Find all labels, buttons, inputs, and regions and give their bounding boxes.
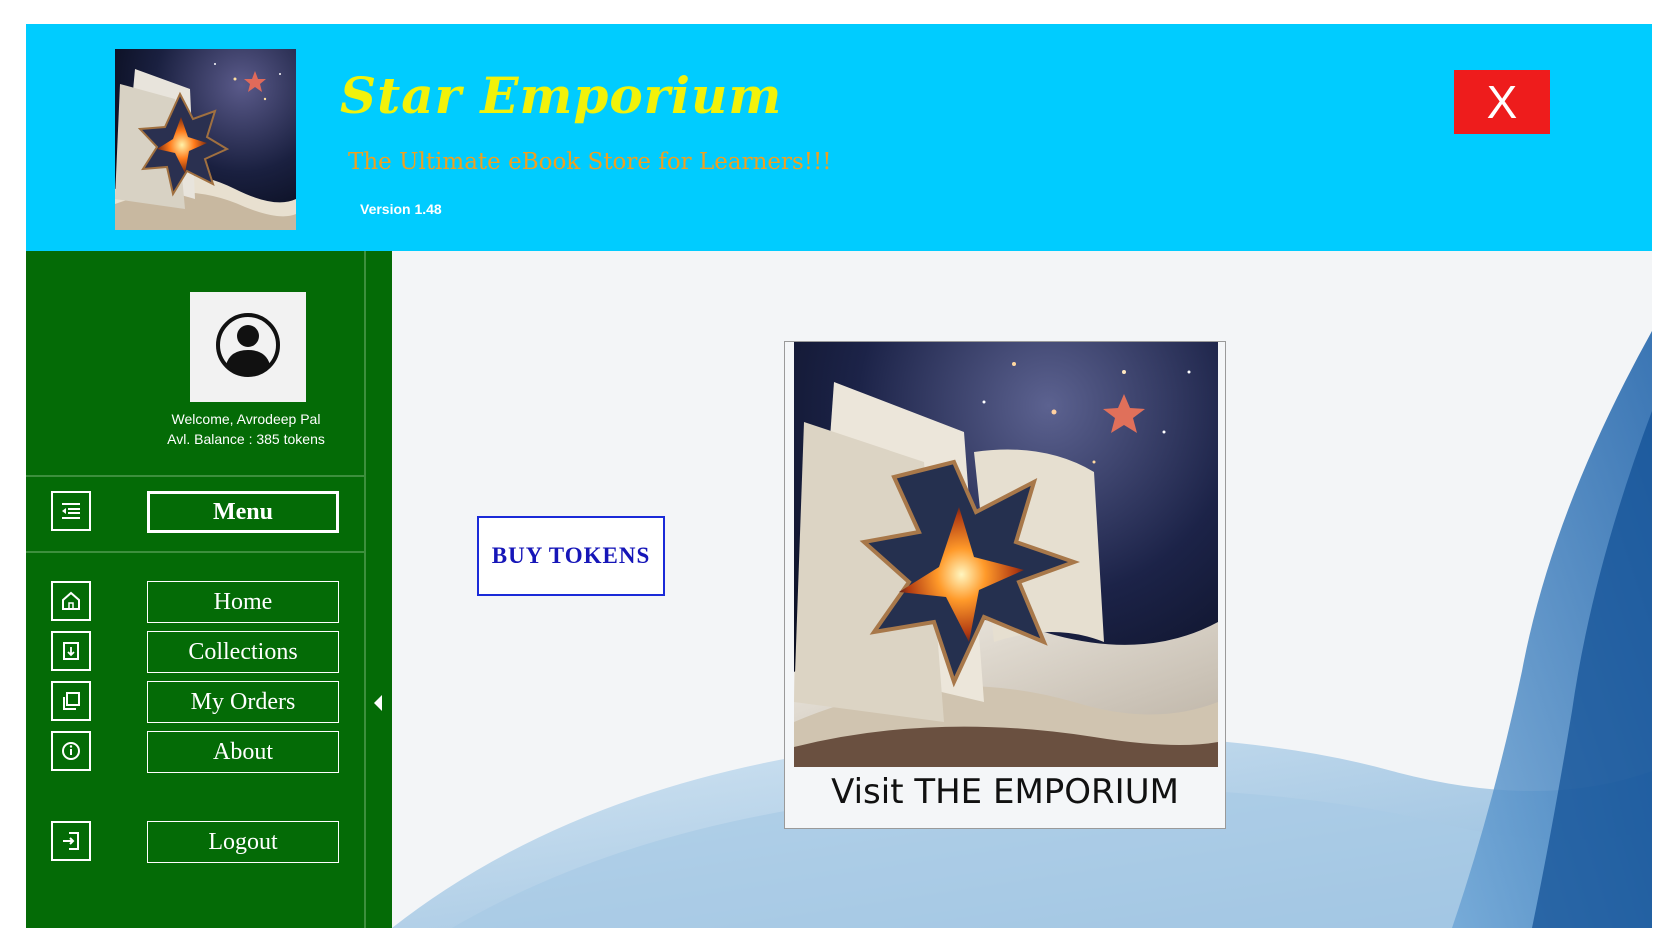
sidebar-divider — [26, 551, 364, 553]
sidebar-item-about[interactable]: About — [147, 731, 339, 773]
app-version: Version 1.48 — [360, 201, 442, 217]
emporium-image — [794, 342, 1218, 767]
sidebar-item-my-orders[interactable]: My Orders — [147, 681, 339, 723]
menu-toggle-icon[interactable] — [51, 491, 91, 531]
orders-icon[interactable] — [51, 681, 91, 721]
app-header: Star Emporium The Ultimate eBook Store f… — [26, 24, 1652, 251]
main-content: BUY TOKENS Visit THE EMPORIUM — [392, 251, 1652, 928]
buy-tokens-button[interactable]: BUY TOKENS — [477, 516, 665, 596]
balance-text: Avl. Balance : 385 tokens — [167, 431, 325, 447]
home-icon[interactable] — [51, 581, 91, 621]
app-title: Star Emporium — [340, 66, 783, 125]
user-avatar-icon — [216, 313, 280, 377]
menu-button[interactable]: Menu — [147, 491, 339, 533]
visit-emporium-card[interactable]: Visit THE EMPORIUM — [784, 341, 1226, 829]
collapse-arrow-icon — [374, 695, 382, 711]
logout-button[interactable]: Logout — [147, 821, 339, 863]
app-subtitle: The Ultimate eBook Store for Learners!!! — [348, 149, 832, 175]
info-icon[interactable] — [51, 731, 91, 771]
visit-emporium-label: Visit THE EMPORIUM — [831, 772, 1179, 812]
sidebar-item-home[interactable]: Home — [147, 581, 339, 623]
avatar[interactable] — [190, 292, 306, 402]
sidebar-divider — [26, 475, 364, 477]
app-window: Star Emporium The Ultimate eBook Store f… — [26, 24, 1652, 928]
logout-icon[interactable] — [51, 821, 91, 861]
sidebar-item-collections[interactable]: Collections — [147, 631, 339, 673]
close-button[interactable]: X — [1454, 70, 1550, 134]
sidebar: Welcome, Avrodeep Pal Avl. Balance : 385… — [26, 251, 392, 928]
sidebar-panel: Welcome, Avrodeep Pal Avl. Balance : 385… — [26, 251, 366, 928]
book-star-logo-icon — [115, 49, 296, 230]
sidebar-collapse-handle[interactable] — [367, 251, 392, 928]
welcome-text: Welcome, Avrodeep Pal — [171, 411, 321, 427]
collections-icon[interactable] — [51, 631, 91, 671]
